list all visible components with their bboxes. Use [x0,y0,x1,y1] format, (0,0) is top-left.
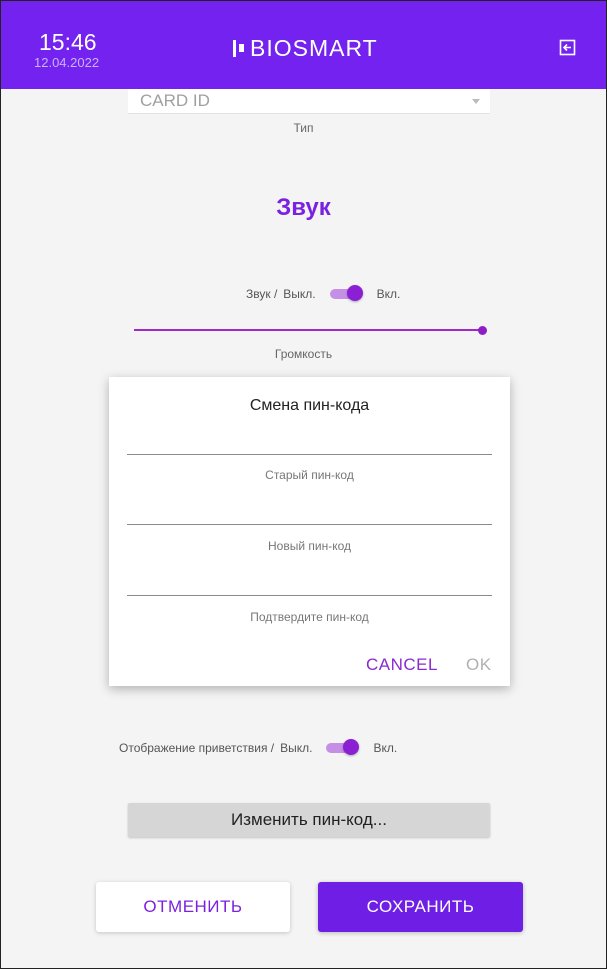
greeting-toggle-row: Отображение приветствия / Выкл. Вкл. [119,739,398,755]
card-type-label: Тип [293,121,314,135]
volume-slider-thumb[interactable] [478,326,487,335]
new-pin-input[interactable] [127,524,492,525]
greeting-off-label: Выкл. [280,741,313,755]
dialog-cancel-button[interactable]: CANCEL [366,655,438,675]
sound-section-title: Звук [276,194,331,221]
new-pin-label: Новый пин-код [268,539,351,553]
sound-toggle-label: Звук / [246,287,278,301]
greeting-on-label: Вкл. [373,741,398,755]
top-bar: 15:46 12.04.2022 BIOSMART [1,1,606,89]
greeting-toggle-label: Отображение приветствия / [119,741,275,755]
dialog-title: Смена пин-кода [249,397,370,414]
logo-text: BIOSMART [250,34,378,61]
volume-slider-fill [134,329,482,331]
clock-time: 15:46 [39,29,97,55]
volume-slider[interactable] [134,326,487,336]
volume-label: Громкость [274,347,333,361]
sound-toggle[interactable] [329,285,363,301]
change-pin-dialog: Смена пин-кода Старый пин-код Новый пин-… [109,377,510,686]
confirm-pin-label: Подтвердите пин-код [250,610,369,624]
clock-date: 12.04.2022 [34,55,100,70]
old-pin-input[interactable] [127,454,492,455]
sound-on-label: Вкл. [376,287,401,301]
confirm-pin-input[interactable] [127,595,492,596]
logo-mark-icon [233,39,244,57]
card-type-select[interactable]: CARD ID [128,89,490,114]
chevron-down-icon [472,99,480,104]
change-pin-button[interactable]: Изменить пин-код... [128,803,490,837]
old-pin-label: Старый пин-код [265,468,354,482]
greeting-toggle[interactable] [326,739,360,755]
card-type-value: CARD ID [140,91,210,110]
dialog-ok-button[interactable]: OK [466,655,492,675]
exit-icon[interactable] [559,39,576,56]
biosmart-logo: BIOSMART [233,33,378,63]
app-screen: 15:46 12.04.2022 BIOSMART CARD ID Тип Зв… [0,0,607,969]
sound-toggle-row: Звук / Выкл. Вкл. [246,285,401,301]
cancel-changes-button[interactable]: ОТМЕНИТЬ [96,882,290,932]
save-button[interactable]: СОХРАНИТЬ [318,882,523,932]
sound-off-label: Выкл. [283,287,316,301]
